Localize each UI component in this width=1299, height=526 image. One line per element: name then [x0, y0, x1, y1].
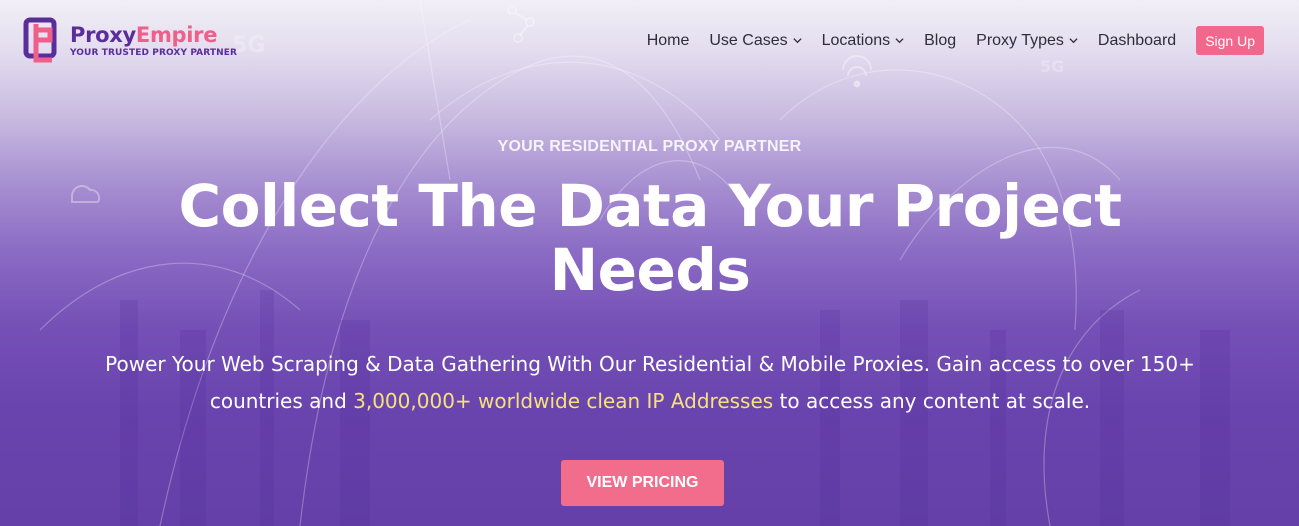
nav-proxy-types-label: Proxy Types	[976, 31, 1064, 49]
main-nav: Home Use Cases Locations Blog Proxy Type…	[627, 26, 1264, 55]
brand-name-part2: Empire	[135, 22, 218, 47]
nav-dashboard-label: Dashboard	[1097, 31, 1177, 49]
site-header: ProxyEmpire YOUR TRUSTED PROXY PARTNER H…	[0, 0, 1299, 80]
hero-subtitle-end: to access any content at scale.	[773, 389, 1091, 413]
nav-blog-label: Blog	[924, 31, 957, 49]
brand-logo[interactable]: ProxyEmpire YOUR TRUSTED PROXY PARTNER	[22, 16, 237, 64]
nav-use-cases-label: Use Cases	[709, 31, 788, 49]
nav-home-label: Home	[646, 31, 690, 49]
nav-locations-label: Locations	[821, 31, 891, 49]
brand-name: ProxyEmpire	[70, 23, 237, 47]
nav-dashboard[interactable]: Dashboard	[1098, 27, 1176, 55]
sign-up-button[interactable]: Sign Up	[1196, 26, 1264, 55]
nav-home[interactable]: Home	[647, 27, 690, 55]
brand-tagline: YOUR TRUSTED PROXY PARTNER	[70, 47, 238, 58]
chevron-down-icon	[1069, 38, 1078, 44]
nav-proxy-types[interactable]: Proxy Types	[976, 27, 1078, 55]
chevron-down-icon	[793, 38, 802, 44]
proxyempire-logo-icon	[23, 17, 57, 63]
brand-name-part1: Proxy	[70, 22, 136, 47]
hero-eyebrow: YOUR RESIDENTIAL PROXY PARTNER	[497, 138, 802, 155]
view-pricing-button[interactable]: VIEW PRICING	[561, 460, 724, 506]
hero-subtitle: Power Your Web Scraping & Data Gathering…	[60, 346, 1240, 420]
nav-locations[interactable]: Locations	[822, 27, 905, 55]
chevron-down-icon	[895, 38, 904, 44]
hero-subtitle-highlight: 3,000,000+ worldwide clean IP Addresses	[353, 389, 774, 413]
nav-blog[interactable]: Blog	[924, 27, 956, 55]
hero-title: Collect The Data Your Project Needs	[178, 172, 1122, 304]
nav-use-cases[interactable]: Use Cases	[709, 27, 802, 55]
